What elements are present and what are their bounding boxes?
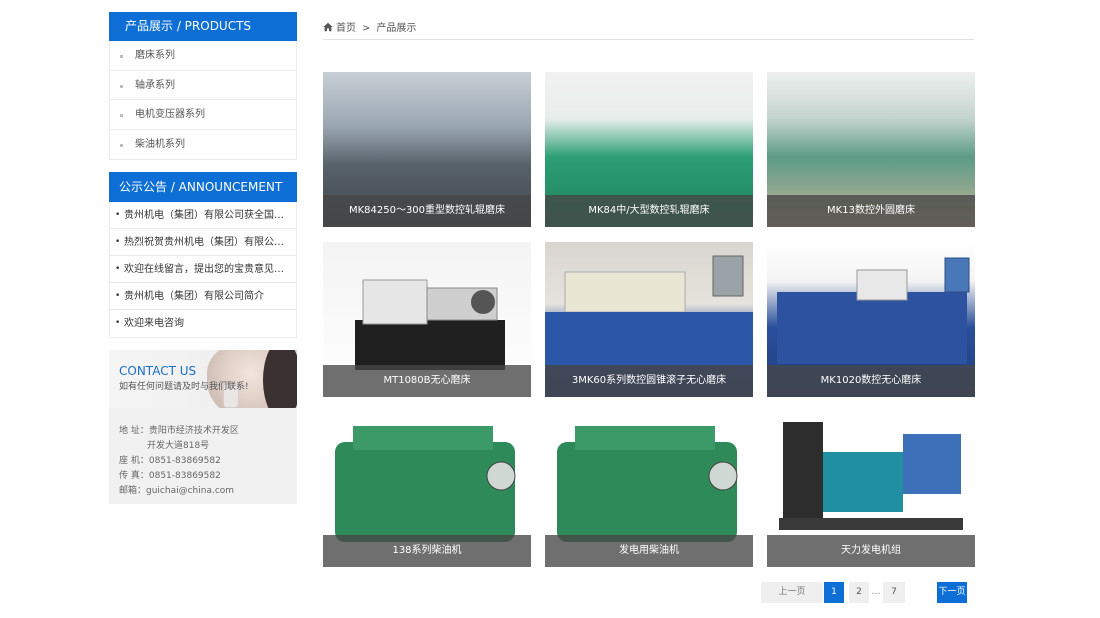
page-1-button[interactable]: 1 bbox=[824, 582, 844, 603]
page-2-button[interactable]: 2 bbox=[849, 582, 869, 603]
contact-details: 地 址：贵阳市经济技术开发区 开发大道818号 座 机：0851-8386958… bbox=[109, 408, 297, 499]
product-card[interactable]: MK1020数控无心磨床 bbox=[767, 242, 975, 397]
fax-label: 传 真： bbox=[119, 471, 149, 481]
products-panel-title: 产品展示 / PRODUCTS bbox=[109, 12, 297, 41]
product-caption[interactable]: MK1020数控无心磨床 bbox=[767, 365, 975, 397]
contact-title: CONTACT US bbox=[119, 364, 197, 378]
product-caption[interactable]: 发电用柴油机 bbox=[545, 535, 753, 567]
contact-subtitle: 如有任何问题请及时与我们联系! bbox=[119, 382, 249, 392]
breadcrumb: 首页 > 产品展示 bbox=[323, 20, 974, 40]
category-item-grinding-machines[interactable]: 磨床系列 bbox=[110, 41, 296, 71]
product-caption[interactable]: MK13数控外圆磨床 bbox=[767, 195, 975, 227]
category-item-motor-transformers[interactable]: 电机变压器系列 bbox=[110, 100, 296, 130]
home-icon bbox=[323, 22, 333, 32]
category-item-bearings[interactable]: 轴承系列 bbox=[110, 71, 296, 100]
page-ellipsis: … bbox=[871, 587, 881, 597]
product-card[interactable]: 天力发电机组 bbox=[767, 412, 975, 567]
product-card[interactable]: MK84250～300重型数控轧辊磨床 bbox=[323, 72, 531, 227]
product-card[interactable]: MK13数控外圆磨床 bbox=[767, 72, 975, 227]
product-card[interactable]: MT1080B无心磨床 bbox=[323, 242, 531, 397]
next-page-button[interactable]: 下一页 bbox=[937, 582, 967, 603]
sidebar: 产品展示 / PRODUCTS 磨床系列 轴承系列 电机变压器系列 柴油机系列 … bbox=[109, 12, 297, 504]
address-label: 地 址： bbox=[119, 426, 149, 436]
product-caption[interactable]: MK84250～300重型数控轧辊磨床 bbox=[323, 195, 531, 227]
contact-photo-hair bbox=[263, 350, 297, 408]
email-value[interactable]: guichai@china.com bbox=[146, 486, 234, 496]
page-7-button[interactable]: 7 bbox=[883, 582, 905, 603]
contact-banner: CONTACT US 如有任何问题请及时与我们联系! bbox=[109, 350, 297, 408]
announcement-item[interactable]: 贵州机电（集团）有限公司获全国… bbox=[110, 202, 296, 229]
product-caption[interactable]: 3MK60系列数控圆锥滚子无心磨床 bbox=[545, 365, 753, 397]
breadcrumb-separator: > bbox=[362, 23, 371, 34]
announcement-list: 贵州机电（集团）有限公司获全国… 热烈祝贺贵州机电（集团）有限公… 欢迎在线留言… bbox=[109, 202, 297, 338]
product-caption[interactable]: 138系列柴油机 bbox=[323, 535, 531, 567]
announcement-item[interactable]: 欢迎来电咨询 bbox=[110, 310, 296, 337]
fax-value: 0851-83869582 bbox=[148, 471, 221, 481]
email-label: 邮箱： bbox=[119, 486, 147, 496]
product-caption[interactable]: 天力发电机组 bbox=[767, 535, 975, 567]
product-caption[interactable]: MT1080B无心磨床 bbox=[323, 365, 531, 397]
breadcrumb-current: 产品展示 bbox=[376, 23, 417, 34]
product-card[interactable]: 3MK60系列数控圆锥滚子无心磨床 bbox=[545, 242, 753, 397]
prev-page-button[interactable]: 上一页 bbox=[761, 582, 823, 603]
announcement-item[interactable]: 热烈祝贺贵州机电（集团）有限公… bbox=[110, 229, 296, 256]
announcement-item[interactable]: 欢迎在线留言，提出您的宝贵意见… bbox=[110, 256, 296, 283]
product-card[interactable]: 发电用柴油机 bbox=[545, 412, 753, 567]
product-caption[interactable]: MK84中/大型数控轧辊磨床 bbox=[545, 195, 753, 227]
address-line-1: 贵阳市经济技术开发区 bbox=[148, 426, 239, 436]
phone-value: 0851-83869582 bbox=[148, 456, 221, 466]
category-item-diesel-engines[interactable]: 柴油机系列 bbox=[110, 130, 296, 160]
contact-panel: CONTACT US 如有任何问题请及时与我们联系! 地 址：贵阳市经济技术开发… bbox=[109, 350, 297, 504]
breadcrumb-home[interactable]: 首页 bbox=[336, 23, 356, 34]
products-category-list: 磨床系列 轴承系列 电机变压器系列 柴油机系列 bbox=[109, 41, 297, 160]
address-line-2: 开发大道818号 bbox=[147, 441, 210, 451]
announcement-item[interactable]: 贵州机电（集团）有限公司简介 bbox=[110, 283, 296, 310]
product-card[interactable]: MK84中/大型数控轧辊磨床 bbox=[545, 72, 753, 227]
product-card[interactable]: 138系列柴油机 bbox=[323, 412, 531, 567]
phone-label: 座 机： bbox=[119, 456, 149, 466]
announcement-panel-title: 公示公告 / ANNOUNCEMENT bbox=[109, 172, 297, 202]
